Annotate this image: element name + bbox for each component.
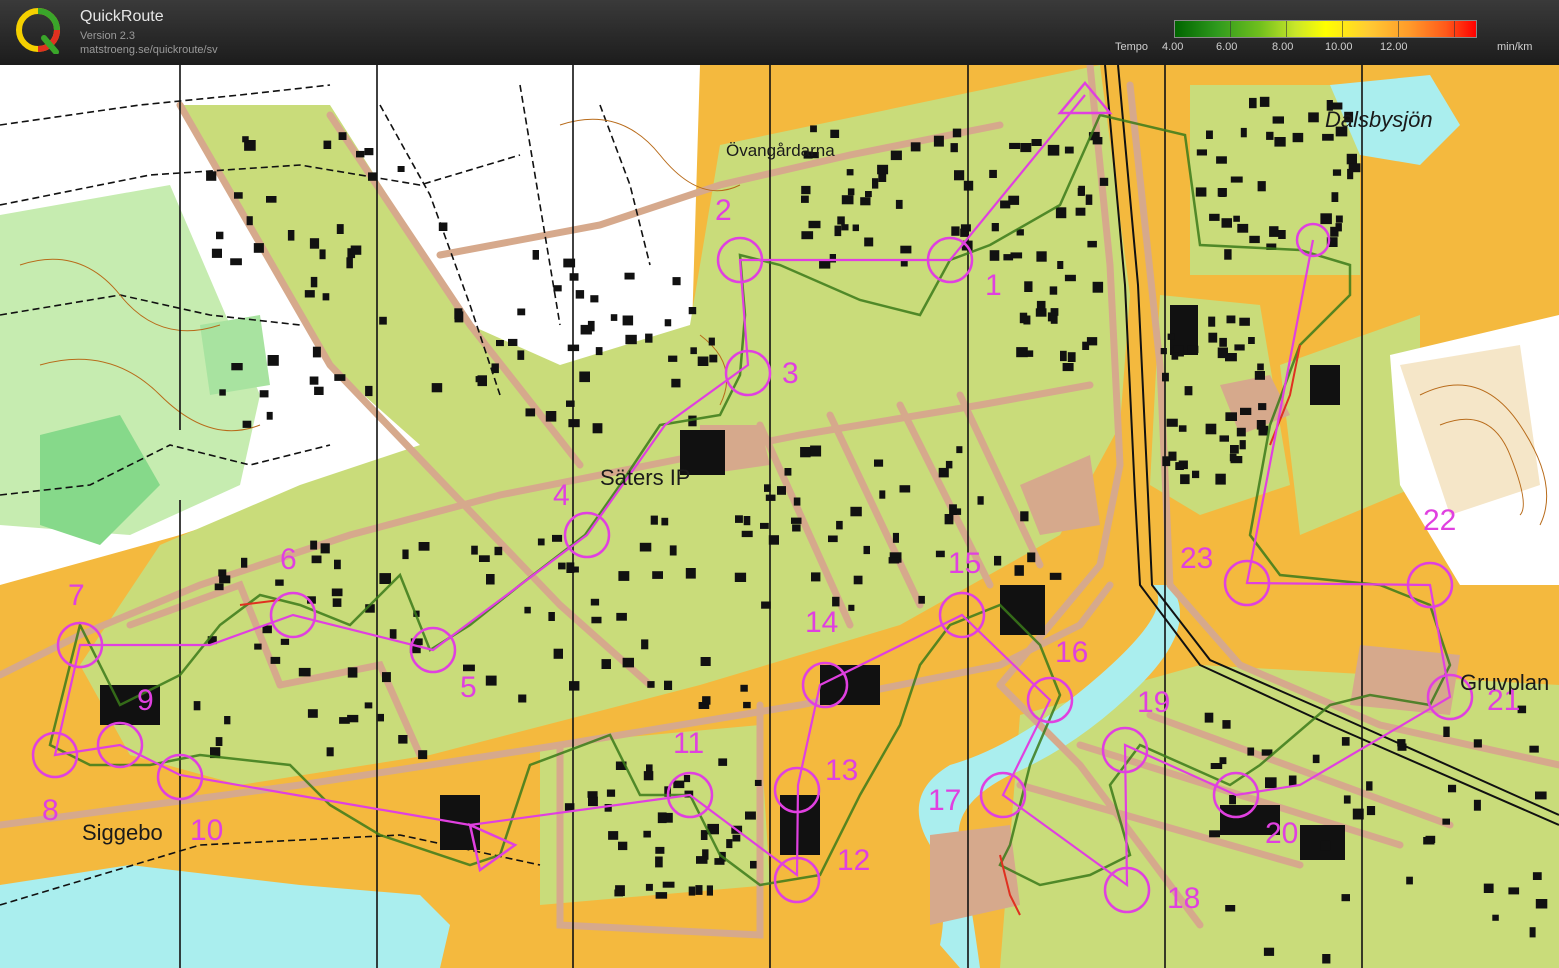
- tempo-label: Tempo: [1115, 41, 1149, 53]
- tempo-value: 10.00: [1325, 41, 1353, 53]
- map-canvas[interactable]: 1234567891011121314151617181920212223 Da…: [0, 65, 1559, 968]
- place-dalsbysjon: Dalsbysjön: [1325, 107, 1433, 132]
- tempo-unit: min/km: [1497, 41, 1533, 53]
- control-number-9: 9: [137, 684, 154, 717]
- control-number-17: 17: [928, 784, 961, 817]
- app-title: QuickRoute: [80, 8, 164, 25]
- app-version: Version 2.3: [80, 30, 136, 42]
- control-number-16: 16: [1055, 636, 1088, 669]
- tempo-value: 12.00: [1380, 41, 1408, 53]
- tempo-value: 4.00: [1162, 41, 1184, 53]
- control-number-4: 4: [553, 479, 570, 512]
- control-number-10: 10: [190, 814, 223, 847]
- control-number-5: 5: [460, 671, 477, 704]
- control-number-1: 1: [985, 269, 1002, 302]
- control-number-12: 12: [837, 844, 870, 877]
- control-number-14: 14: [805, 606, 838, 639]
- control-number-11: 11: [673, 727, 704, 760]
- app-url[interactable]: matstroeng.se/quickroute/sv: [80, 44, 218, 56]
- tempo-value: 8.00: [1272, 41, 1294, 53]
- header-bar: QuickRoute Version 2.3 matstroeng.se/qui…: [0, 0, 1559, 65]
- control-number-18: 18: [1167, 882, 1200, 915]
- control-number-2: 2: [715, 194, 732, 227]
- control-number-20: 20: [1265, 817, 1298, 850]
- tempo-color-scale: [1174, 20, 1477, 38]
- control-number-7: 7: [68, 579, 85, 612]
- control-number-19: 19: [1137, 686, 1170, 719]
- place-saters-ip: Säters IP: [600, 465, 690, 490]
- control-number-13: 13: [825, 754, 858, 787]
- control-number-22: 22: [1423, 504, 1456, 537]
- tempo-value: 6.00: [1216, 41, 1238, 53]
- control-number-3: 3: [782, 357, 799, 390]
- place-ovangardarna: Övangårdarna: [726, 141, 835, 160]
- orienteering-map[interactable]: 1 2 3 4 5 6 7 8 9 10 11 12 13 14 15 16 17 18 19 20 21 22 23 Da…: [0, 65, 1559, 968]
- control-number-23: 23: [1180, 542, 1213, 575]
- control-number-6: 6: [280, 543, 297, 576]
- control-number-8: 8: [42, 794, 59, 827]
- place-siggebo: Siggebo: [82, 820, 163, 845]
- place-gruvplan: Gruvplan: [1460, 670, 1549, 695]
- quickroute-logo-icon: [16, 8, 60, 54]
- control-number-15: 15: [948, 547, 981, 580]
